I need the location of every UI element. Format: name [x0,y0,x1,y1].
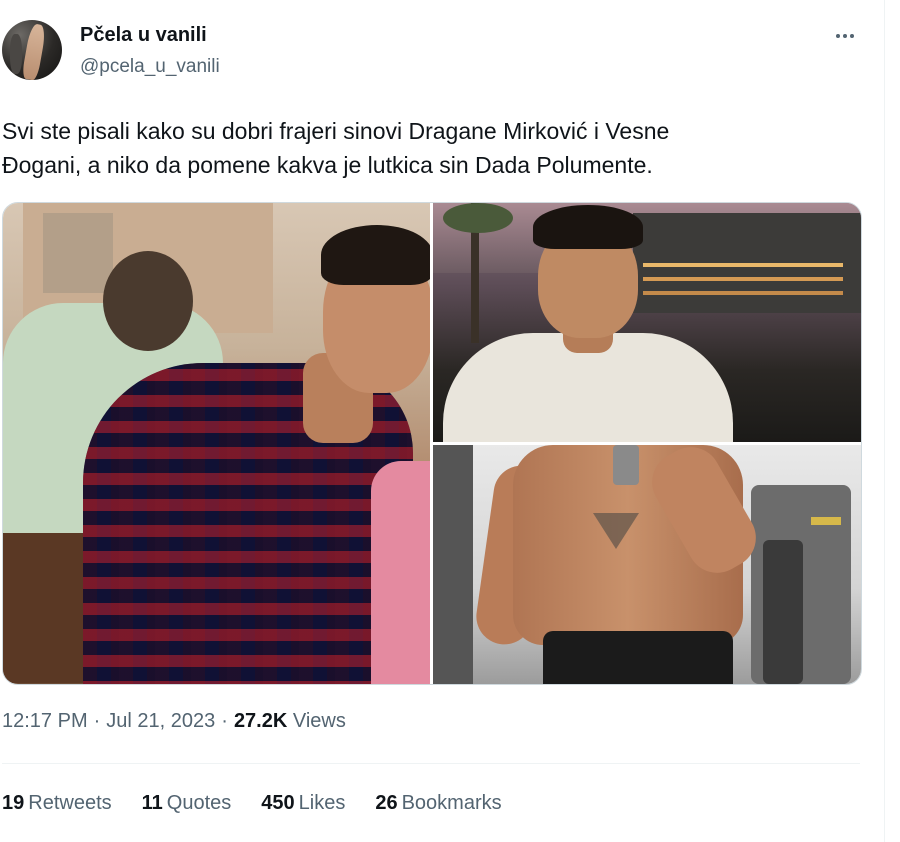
likes-count: 450 [261,792,295,814]
photo-shape [811,517,841,525]
photo-2[interactable] [433,203,861,442]
column-border [884,0,885,842]
retweets-stat[interactable]: 19 Retweets [2,792,112,815]
retweets-count: 19 [2,792,25,814]
photo-shape [371,461,430,684]
tweet-meta: 12:17 PM · Jul 21, 2023 · 27.2K Views [2,710,346,733]
photo-shape [543,631,733,684]
quotes-stat[interactable]: 11 Quotes [142,792,232,815]
more-dot [850,34,854,38]
author-handle[interactable]: @pcela_u_vanili [80,56,220,78]
more-dot [843,34,847,38]
photo-shape [533,205,643,249]
photo-3[interactable] [433,445,861,684]
tweet-date[interactable]: Jul 21, 2023 [106,710,215,733]
bookmarks-stat[interactable]: 26 Bookmarks [375,792,501,815]
photo-shape [763,540,803,684]
photo-shape [613,445,639,485]
avatar-shape [10,34,22,74]
quotes-count: 11 [141,792,163,814]
photo-shape [433,445,473,684]
more-dot [836,34,840,38]
divider [2,763,860,764]
bookmarks-count: 26 [375,792,398,814]
meta-separator: · [93,710,101,732]
bookmarks-label: Bookmarks [401,792,502,814]
tweet-time[interactable]: 12:17 PM [2,710,88,733]
more-dots-icon[interactable] [830,24,860,48]
photo-shape [103,251,193,351]
media-grid [2,202,862,685]
author-avatar[interactable] [2,20,62,80]
photo-shape [643,263,843,267]
photo-shape [321,225,430,285]
author-display-name[interactable]: Pčela u vanili [80,24,207,47]
likes-stat[interactable]: 450 Likes [261,792,345,815]
views-label: Views [292,710,346,732]
tweet-text: Svi ste pisali kako su dobri frajeri sin… [2,118,670,178]
retweets-label: Retweets [28,792,112,814]
photo-1[interactable] [3,203,430,684]
avatar-shape [21,23,47,80]
likes-label: Likes [298,792,346,814]
views[interactable]: 27.2K Views [234,710,346,733]
engagement-stats: 19 Retweets 11 Quotes 450 Likes 26 Bookmarks [2,792,502,815]
meta-separator: · [221,710,228,732]
quotes-label: Quotes [166,792,232,814]
photo-shape [43,213,113,293]
views-count: 27.2K [233,710,288,732]
photo-shape [443,203,513,233]
